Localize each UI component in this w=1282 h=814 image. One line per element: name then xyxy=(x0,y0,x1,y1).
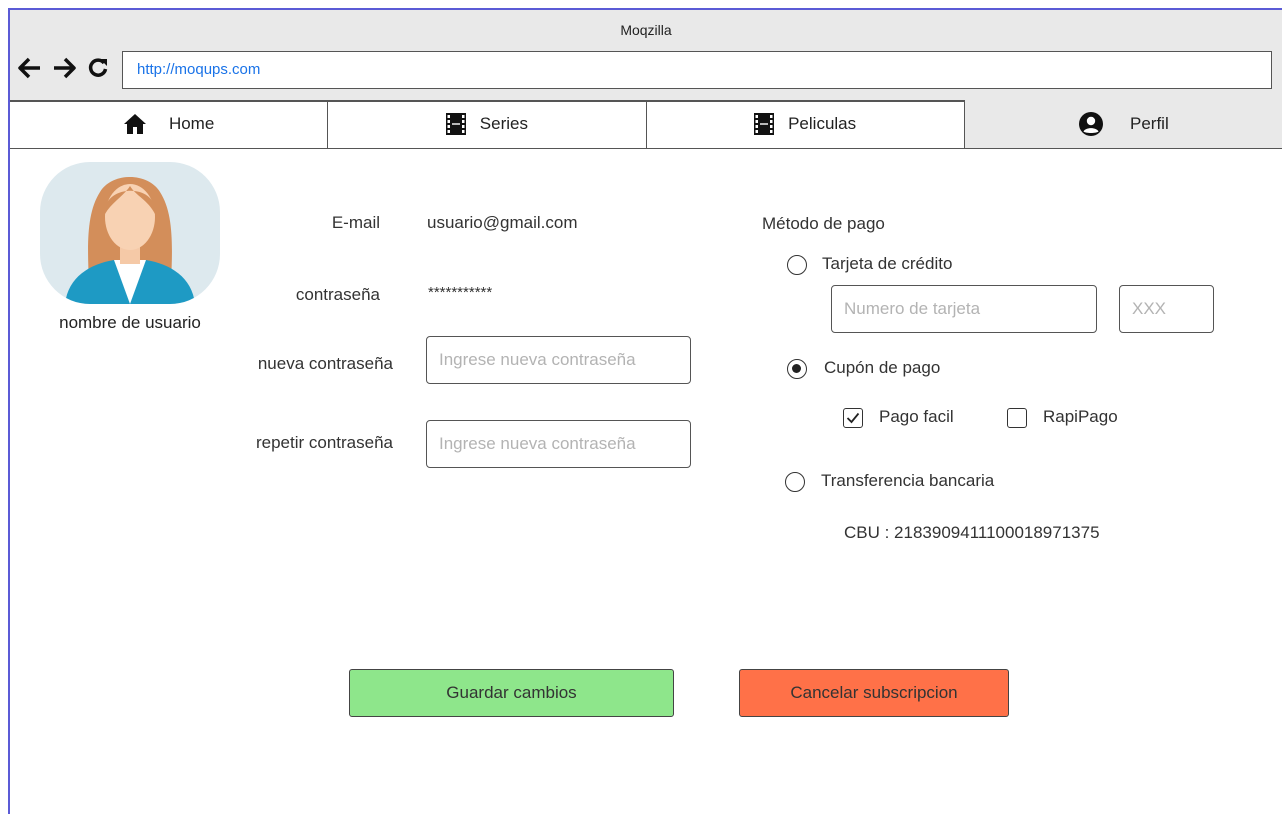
bank-transfer-radio[interactable] xyxy=(785,472,805,492)
tab-home-label: Home xyxy=(168,114,215,133)
new-password-label: nueva contraseña xyxy=(257,354,393,373)
email-label: E-mail xyxy=(331,213,380,232)
nav-tabs: Home Series Peliculas Perfil xyxy=(10,100,1282,149)
home-icon xyxy=(123,113,147,135)
tab-peliculas[interactable]: Peliculas xyxy=(647,100,965,148)
payment-method-heading: Método de pago xyxy=(762,214,885,233)
checkmark-icon xyxy=(846,412,860,424)
pago-facil-checkbox[interactable] xyxy=(843,408,863,428)
tab-series-label: Series xyxy=(479,114,528,133)
avatar xyxy=(40,162,220,304)
cancel-subscription-button[interactable]: Cancelar subscripcion xyxy=(739,669,1009,717)
password-value: *********** xyxy=(428,284,493,301)
email-value: usuario@gmail.com xyxy=(427,213,578,232)
pago-facil-label: Pago facil xyxy=(879,407,954,426)
tab-peliculas-label: Peliculas xyxy=(788,114,857,133)
card-number-input[interactable] xyxy=(831,285,1097,333)
bank-transfer-label: Transferencia bancaria xyxy=(821,471,995,490)
url-input[interactable]: http://moqups.com xyxy=(122,51,1272,89)
cbu-text: CBU : 2183909411100018971375 xyxy=(844,523,1100,542)
user-circle-icon xyxy=(1078,111,1104,137)
tab-perfil-label: Perfil xyxy=(1130,114,1169,133)
coupon-radio[interactable] xyxy=(787,359,807,379)
reload-icon[interactable] xyxy=(86,56,110,80)
rapipago-checkbox[interactable] xyxy=(1007,408,1027,428)
coupon-label: Cupón de pago xyxy=(824,358,941,377)
tab-perfil[interactable]: Perfil xyxy=(964,100,1282,148)
film-icon xyxy=(754,113,775,135)
tab-series[interactable]: Series xyxy=(328,100,647,148)
credit-card-radio[interactable] xyxy=(787,255,807,275)
card-cvv-input[interactable] xyxy=(1119,285,1214,333)
tab-home[interactable]: Home xyxy=(10,100,329,148)
save-changes-button[interactable]: Guardar cambios xyxy=(349,669,674,717)
back-arrow-icon[interactable] xyxy=(18,56,42,80)
rapipago-label: RapiPago xyxy=(1043,407,1118,426)
password-label: contraseña xyxy=(295,285,380,304)
repeat-password-input[interactable] xyxy=(426,420,691,468)
window-title: Moqzilla xyxy=(620,22,672,38)
repeat-password-label: repetir contraseña xyxy=(255,433,393,452)
forward-arrow-icon[interactable] xyxy=(52,56,76,80)
new-password-input[interactable] xyxy=(426,336,691,384)
credit-card-label: Tarjeta de crédito xyxy=(822,254,953,273)
username-label: nombre de usuario xyxy=(59,313,201,332)
film-icon xyxy=(445,113,466,135)
